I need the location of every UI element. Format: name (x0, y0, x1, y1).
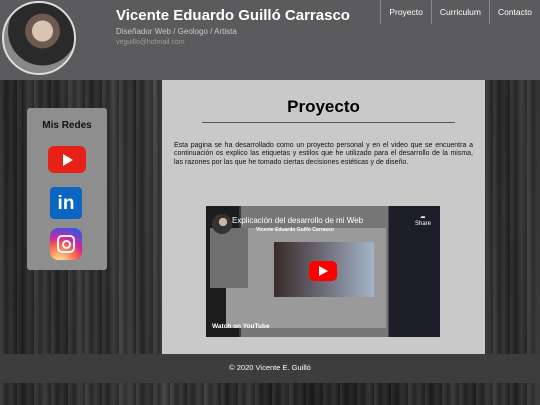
site-title: Vicente Eduardo Guilló Carrasco (116, 7, 350, 24)
thumbnail-sidebar (210, 228, 248, 288)
thumbnail-page (226, 228, 386, 328)
copyright-text: © 2020 Vicente E. Guilló (229, 363, 311, 372)
main-content: Proyecto Esta pagina se ha desarrollado … (162, 80, 485, 354)
video-channel: Vicente Eduardo Guilló Carrasco (256, 227, 334, 233)
share-icon: ➦ (420, 215, 426, 221)
main-nav: Proyecto Curriculum Contacto (380, 0, 540, 24)
youtube-icon[interactable] (48, 146, 86, 173)
youtube-logo: YouTube (242, 323, 270, 330)
video-embed[interactable]: Explicación del desarrollo de mi Web Vic… (206, 206, 440, 337)
project-description: Esta pagina se ha desarrollado como un p… (174, 142, 473, 166)
share-label: Share (414, 221, 431, 227)
nav-curriculum[interactable]: Curriculum (430, 0, 489, 24)
nav-contacto[interactable]: Contacto (488, 0, 540, 24)
share-button[interactable]: ➦ Share (412, 214, 434, 227)
video-title[interactable]: Explicación del desarrollo de mi Web (232, 216, 363, 225)
channel-avatar[interactable] (212, 214, 232, 234)
social-title: Mis Redes (42, 120, 92, 131)
watch-on-label: Watch on (212, 323, 242, 330)
site-header: Vicente Eduardo Guilló Carrasco Diseñado… (0, 0, 540, 80)
watch-on-youtube[interactable]: Watch on YouTube (212, 323, 270, 330)
site-footer: © 2020 Vicente E. Guilló (0, 354, 540, 383)
profile-avatar (2, 1, 76, 75)
site-subtitle: Diseñador Web / Geologo / Artista (116, 27, 237, 36)
linkedin-icon[interactable]: in (50, 187, 82, 219)
email-text: veguillo@hotmail.com (116, 39, 185, 46)
page-title: Proyecto (287, 97, 360, 116)
instagram-icon[interactable] (50, 228, 82, 260)
title-divider (202, 122, 455, 123)
social-panel: Mis Redes in (27, 108, 107, 270)
nav-proyecto[interactable]: Proyecto (380, 0, 431, 24)
play-button[interactable] (309, 261, 337, 281)
